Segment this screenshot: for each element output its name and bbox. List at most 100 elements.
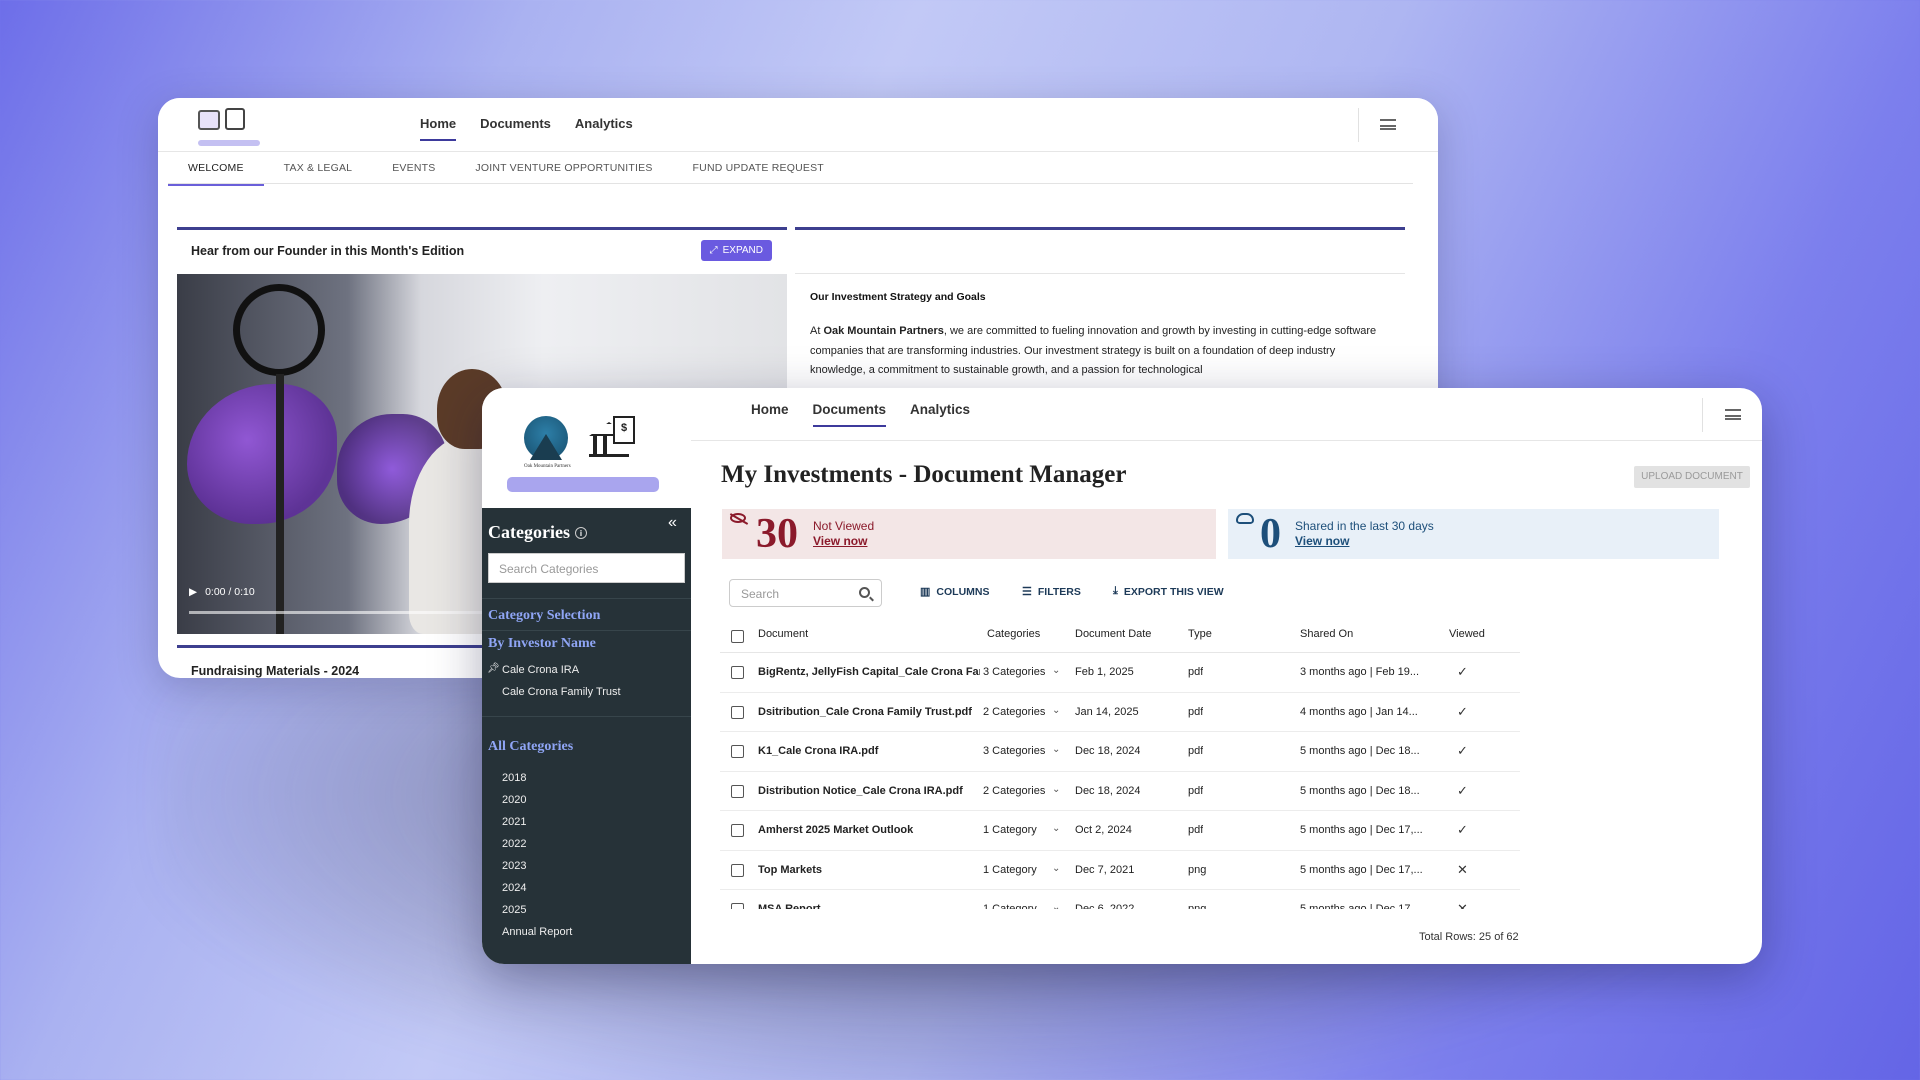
select-all-checkbox[interactable] [731,630,744,643]
upload-document-button[interactable]: UPLOAD DOCUMENT [1634,466,1750,488]
columns-icon: ▥ [920,585,930,598]
chevron-down-icon[interactable]: ⌄ [1052,744,1060,755]
nav-analytics[interactable]: Analytics [563,112,645,135]
column-shared-on[interactable]: Shared On [1300,628,1353,640]
document-name[interactable]: BigRentz, JellyFish Capital_Cale Crona F… [758,666,980,678]
video-time: 0:00 / 0:10 [205,586,255,598]
columns-button[interactable]: ▥COLUMNS [920,585,990,598]
document-name[interactable]: Amherst 2025 Market Outlook [758,824,980,836]
row-checkbox[interactable] [731,824,744,837]
year-item[interactable]: 2020 [502,794,526,806]
main-nav: Home Documents Analytics [408,112,645,135]
table-row[interactable]: MSA Report1 Category⌄Dec 6, 2022png5 mon… [720,890,1520,909]
document-name[interactable]: Top Markets [758,864,980,876]
export-button[interactable]: ⤓EXPORT THIS VIEW [1113,585,1224,598]
subtab-bar: WELCOME TAX & LEGAL EVENTS JOINT VENTURE… [168,152,1413,184]
shared-label: Shared in the last 30 days [1295,519,1434,533]
row-checkbox[interactable] [731,903,744,909]
year-item[interactable]: 2025 [502,904,526,916]
column-document-date[interactable]: Document Date [1075,628,1151,640]
year-item[interactable]: 2024 [502,882,526,894]
document-type: pdf [1188,785,1203,797]
document-search-input[interactable]: Search [729,579,882,607]
tab-fund-update[interactable]: FUND UPDATE REQUEST [673,152,844,184]
investor-item[interactable]: Cale Crona Family Trust [502,686,621,698]
table-row[interactable]: Amherst 2025 Market Outlook1 Category ⌄ Oc… [720,811,1520,851]
expand-button[interactable]: ⤢ EXPAND [701,240,772,261]
year-item[interactable]: 2021 [502,816,526,828]
year-item[interactable]: 2018 [502,772,526,784]
not-viewed-stat: 30 Not Viewed View now [722,509,1216,559]
column-categories[interactable]: Categories [987,628,1040,640]
chevron-down-icon[interactable]: ⌄ [1052,863,1060,874]
nav-documents[interactable]: Documents [468,112,563,135]
not-viewed-link[interactable]: View now [813,534,867,548]
info-icon[interactable]: i [575,527,587,539]
document-name[interactable]: Dsitribution_Cale Crona Family Trust.pdf [758,706,980,718]
page-title: My Investments - Document Manager [721,461,1126,489]
column-type[interactable]: Type [1188,628,1212,640]
table-row[interactable]: Top Markets1 Category⌄Dec 7, 2021png5 mo… [720,851,1520,891]
row-checkbox[interactable] [731,745,744,758]
category-search-input[interactable]: Search Categories [488,553,685,583]
tab-tax-legal[interactable]: TAX & LEGAL [264,152,373,184]
year-item[interactable]: 2023 [502,860,526,872]
top-nav-bar: Home Documents Analytics [158,98,1438,152]
nav-home[interactable]: Home [408,112,468,135]
table-row[interactable]: BigRentz, JellyFish Capital_Cale Crona F… [720,653,1520,693]
row-checkbox[interactable] [731,785,744,798]
table-row[interactable]: Distribution Notice_Cale Crona IRA.pdf2 … [720,772,1520,812]
year-item[interactable]: Annual Report [502,926,572,938]
company-logo [198,108,260,148]
not-viewed-count: 30 [756,511,798,557]
row-checkbox[interactable] [731,864,744,877]
document-name[interactable]: MSA Report [758,903,980,909]
tab-welcome[interactable]: WELCOME [168,152,264,184]
shared-link[interactable]: View now [1295,534,1349,548]
chevron-down-icon[interactable]: ⌄ [1052,784,1060,795]
column-document[interactable]: Document [758,628,808,640]
viewed-status-icon: ✕ [1457,901,1468,909]
row-checkbox[interactable] [731,706,744,719]
category-count: 1 Category [983,864,1037,876]
investor-item[interactable]: Cale Crona IRA [502,664,579,676]
search-placeholder: Search [741,587,779,601]
column-viewed[interactable]: Viewed [1449,628,1485,640]
logo-area: Oak Mountain Partners $ [482,388,691,508]
logo-bar [507,477,659,492]
nav-analytics[interactable]: Analytics [898,398,982,421]
collapse-icon[interactable]: « [668,514,677,532]
shared-count: 0 [1260,511,1281,557]
cloud-upload-icon [1236,513,1254,524]
row-checkbox[interactable] [731,666,744,679]
nav-home[interactable]: Home [739,398,801,421]
by-investor-heading: By Investor Name [488,636,596,652]
chevron-down-icon[interactable]: ⌄ [1052,665,1060,676]
category-count: 2 Categories [983,706,1045,718]
all-categories-heading: All Categories [488,739,573,755]
menu-icon[interactable] [1725,409,1741,420]
search-icon[interactable] [859,587,870,598]
tab-events[interactable]: EVENTS [372,152,455,184]
filters-button[interactable]: ☰FILTERS [1022,585,1081,598]
chevron-down-icon[interactable]: ⌄ [1052,823,1060,834]
year-item[interactable]: 2022 [502,838,526,850]
viewed-status-icon: ✓ [1457,664,1468,680]
shared-on: 5 months ago | Dec 17,... [1300,824,1423,836]
chevron-down-icon[interactable]: ⌄ [1052,902,1060,909]
document-name[interactable]: K1_Cale Crona IRA.pdf [758,745,980,757]
nav-documents[interactable]: Documents [801,398,899,421]
expand-icon: ⤢ [710,245,718,256]
shared-on: 5 months ago | Dec 17,... [1300,864,1423,876]
document-date: Oct 2, 2024 [1075,824,1132,836]
chevron-down-icon[interactable]: ⌄ [1052,705,1060,716]
viewed-status-icon: ✓ [1457,822,1468,838]
category-count: 1 Category [983,824,1037,836]
document-name[interactable]: Distribution Notice_Cale Crona IRA.pdf [758,785,980,797]
table-row[interactable]: K1_Cale Crona IRA.pdf3 Categories⌄Dec 18… [720,732,1520,772]
document-date: Feb 1, 2025 [1075,666,1134,678]
menu-icon[interactable] [1380,119,1396,130]
tab-joint-venture[interactable]: JOINT VENTURE OPPORTUNITIES [455,152,672,184]
table-row[interactable]: Dsitribution_Cale Crona Family Trust.pdf… [720,693,1520,733]
play-icon[interactable]: ▶ [189,586,197,598]
